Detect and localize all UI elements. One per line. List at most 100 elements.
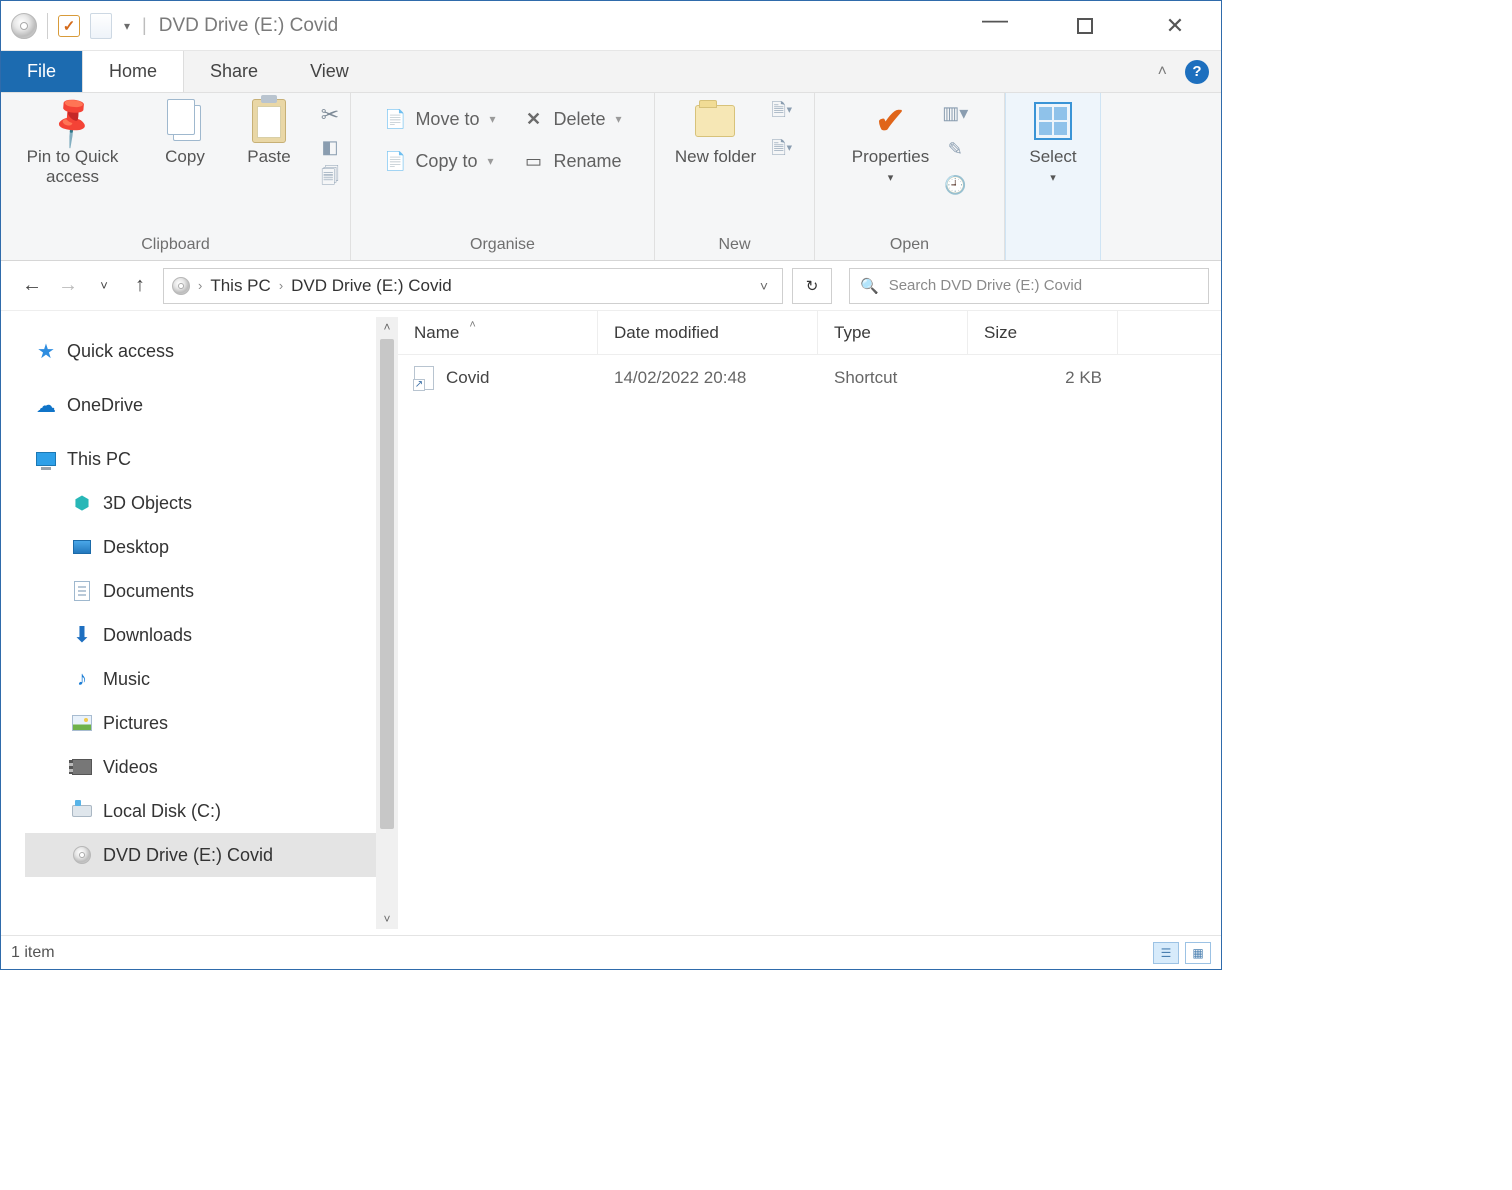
- sidebar-item-desktop[interactable]: Desktop: [25, 525, 390, 569]
- chevron-down-icon: ▾: [1050, 171, 1056, 184]
- download-icon: ⬇: [71, 624, 93, 646]
- qat-properties-icon[interactable]: ✓: [58, 15, 80, 37]
- up-button[interactable]: ↑: [127, 273, 153, 299]
- breadcrumb-dropdown-icon[interactable]: ˅: [760, 278, 774, 294]
- new-folder-button[interactable]: New folder: [675, 99, 756, 167]
- cloud-icon: ☁: [35, 394, 57, 416]
- recent-locations-button[interactable]: ˅: [91, 273, 117, 299]
- search-placeholder: Search DVD Drive (E:) Covid: [889, 277, 1082, 294]
- cell-name: Covid: [398, 366, 598, 390]
- disc-icon: [11, 13, 37, 39]
- qat-newfolder-icon[interactable]: [90, 13, 112, 39]
- move-to-button[interactable]: 📄 Move to▾: [383, 107, 495, 131]
- collapse-ribbon-icon[interactable]: ˄: [1158, 63, 1167, 81]
- shortcut-icon: [414, 366, 434, 390]
- sidebar-item-pictures[interactable]: Pictures: [25, 701, 390, 745]
- tab-share[interactable]: Share: [184, 51, 284, 92]
- main-area: ★ Quick access ☁ OneDrive This PC ⬢ 3D O…: [1, 311, 1221, 935]
- history-icon[interactable]: 🕘: [943, 173, 967, 197]
- navigation-pane: ★ Quick access ☁ OneDrive This PC ⬢ 3D O…: [1, 311, 398, 935]
- music-icon: ♪: [71, 668, 93, 690]
- group-label-organise: Organise: [470, 236, 535, 258]
- back-button[interactable]: ←: [19, 273, 45, 299]
- separator: [47, 13, 48, 39]
- paste-shortcut-icon[interactable]: 🗐: [318, 167, 342, 191]
- delete-icon: ✕: [522, 107, 546, 131]
- sidebar-item-onedrive[interactable]: ☁ OneDrive: [25, 383, 390, 427]
- breadcrumb[interactable]: › This PC › DVD Drive (E:) Covid ˅: [163, 268, 783, 304]
- pin-to-quick-access-button[interactable]: 📌 Pin to Quick access: [9, 99, 136, 186]
- tab-view[interactable]: View: [284, 51, 375, 92]
- table-row[interactable]: Covid 14/02/2022 20:48 Shortcut 2 KB: [398, 355, 1221, 401]
- close-button[interactable]: ✕: [1155, 11, 1195, 41]
- star-icon: ★: [35, 340, 57, 362]
- scroll-up-icon[interactable]: ˄: [376, 317, 398, 337]
- titlebar: ✓ ▾ | DVD Drive (E:) Covid — ✕: [1, 1, 1221, 51]
- maximize-button[interactable]: [1065, 11, 1105, 41]
- sidebar-item-dvd-drive[interactable]: DVD Drive (E:) Covid: [25, 833, 390, 877]
- properties-button[interactable]: ✔ Properties ▾: [852, 99, 929, 184]
- ribbon: 📌 Pin to Quick access Copy Paste ✂ ◧ 🗐 C: [1, 93, 1221, 261]
- group-organise: 📄 Move to▾ 📄 Copy to▾ ✕ Delete▾ ▭: [351, 93, 655, 260]
- videos-icon: [71, 756, 93, 778]
- sidebar-item-this-pc[interactable]: This PC: [25, 437, 390, 481]
- qat-dropdown-icon[interactable]: ▾: [122, 19, 132, 33]
- cut-icon[interactable]: ✂: [318, 103, 342, 127]
- column-size[interactable]: Size: [968, 311, 1118, 354]
- rename-icon: ▭: [522, 149, 546, 173]
- select-button[interactable]: Select ▾: [1018, 99, 1088, 184]
- disc-icon: [71, 844, 93, 866]
- column-type[interactable]: Type: [818, 311, 968, 354]
- column-date[interactable]: Date modified: [598, 311, 818, 354]
- minimize-button[interactable]: —: [975, 11, 1015, 41]
- group-label-new: New: [718, 236, 750, 258]
- large-icons-view-button[interactable]: ▦: [1185, 942, 1211, 964]
- window-controls: — ✕: [975, 11, 1213, 41]
- clipboard-mini: ✂ ◧ 🗐: [318, 99, 342, 191]
- copy-icon: [167, 99, 203, 143]
- easy-access-icon[interactable]: 🗎▾: [770, 139, 794, 163]
- sidebar-item-music[interactable]: ♪ Music: [25, 657, 390, 701]
- paste-button[interactable]: Paste: [234, 99, 304, 167]
- select-icon: [1034, 102, 1072, 140]
- details-view-button[interactable]: ☰: [1153, 942, 1179, 964]
- sidebar-item-downloads[interactable]: ⬇ Downloads: [25, 613, 390, 657]
- tab-file[interactable]: File: [1, 51, 82, 92]
- pin-icon: 📌: [42, 91, 103, 152]
- window-title: DVD Drive (E:) Covid: [159, 15, 338, 37]
- breadcrumb-current[interactable]: DVD Drive (E:) Covid: [291, 276, 452, 296]
- move-to-icon: 📄: [383, 107, 407, 131]
- item-count: 1 item: [11, 944, 55, 962]
- open-icon[interactable]: ▥▾: [943, 101, 967, 125]
- search-icon: 🔍: [860, 277, 879, 295]
- delete-button[interactable]: ✕ Delete▾: [522, 107, 622, 131]
- title-separator: |: [142, 15, 147, 36]
- column-name[interactable]: Name ˄: [398, 311, 598, 354]
- forward-button[interactable]: →: [55, 273, 81, 299]
- help-icon[interactable]: ?: [1185, 60, 1209, 84]
- copy-button[interactable]: Copy: [150, 99, 220, 167]
- chevron-right-icon: ›: [279, 278, 283, 293]
- sidebar-scrollbar[interactable]: ˄ ˅: [376, 317, 398, 929]
- new-item-icon[interactable]: 🗎▾: [770, 101, 794, 125]
- sidebar-item-3d-objects[interactable]: ⬢ 3D Objects: [25, 481, 390, 525]
- document-icon: [71, 580, 93, 602]
- search-input[interactable]: 🔍 Search DVD Drive (E:) Covid: [849, 268, 1209, 304]
- refresh-button[interactable]: ↻: [792, 268, 832, 304]
- edit-icon[interactable]: ✎: [943, 137, 967, 161]
- rename-button[interactable]: ▭ Rename: [522, 149, 622, 173]
- copy-to-icon: 📄: [383, 149, 407, 173]
- copy-path-icon[interactable]: ◧: [318, 135, 342, 159]
- folder-icon: [695, 105, 735, 137]
- breadcrumb-this-pc[interactable]: This PC: [210, 276, 270, 296]
- scroll-thumb[interactable]: [380, 339, 394, 829]
- sidebar-item-quick-access[interactable]: ★ Quick access: [25, 329, 390, 373]
- scroll-down-icon[interactable]: ˅: [376, 909, 398, 929]
- sidebar-item-local-disk[interactable]: Local Disk (C:): [25, 789, 390, 833]
- sidebar-item-videos[interactable]: Videos: [25, 745, 390, 789]
- copy-to-button[interactable]: 📄 Copy to▾: [383, 149, 495, 173]
- group-label-clipboard: Clipboard: [141, 236, 209, 258]
- tab-home[interactable]: Home: [82, 51, 184, 92]
- pictures-icon: [71, 712, 93, 734]
- sidebar-item-documents[interactable]: Documents: [25, 569, 390, 613]
